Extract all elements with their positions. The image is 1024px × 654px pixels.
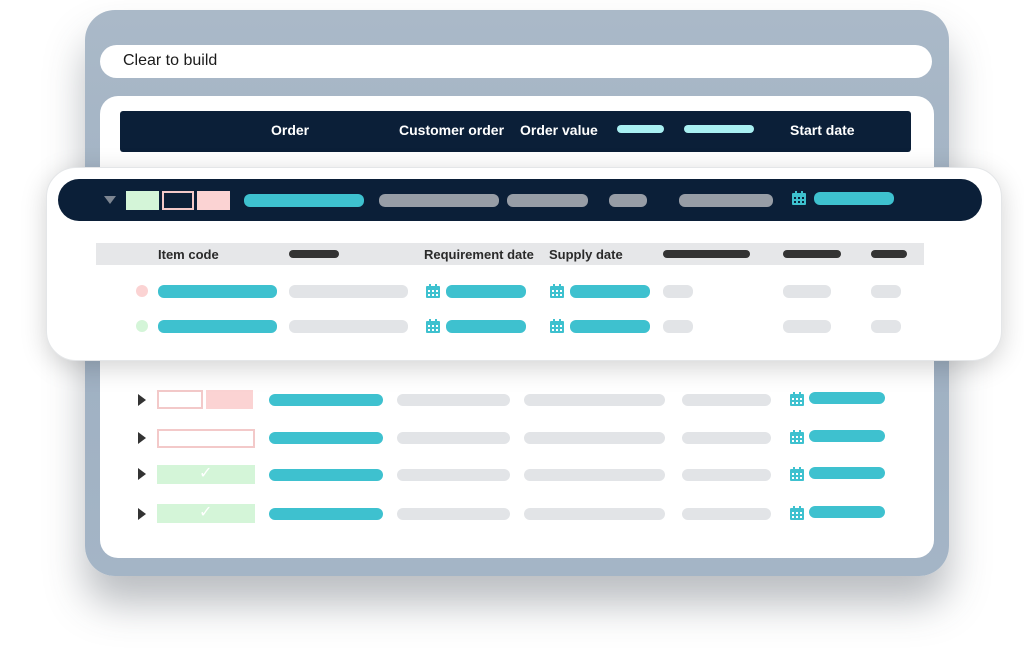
window-title: Clear to build bbox=[123, 52, 218, 69]
caret-right-icon[interactable] bbox=[138, 394, 146, 406]
column-header-placeholder[interactable] bbox=[663, 250, 750, 258]
requirement-date-placeholder bbox=[446, 320, 526, 333]
order-code-placeholder bbox=[269, 394, 383, 406]
status-indicator-short bbox=[197, 191, 230, 210]
value-placeholder bbox=[682, 508, 771, 520]
column-header-placeholder[interactable] bbox=[871, 250, 907, 258]
customer-order-placeholder bbox=[397, 394, 510, 406]
column-header-placeholder[interactable] bbox=[783, 250, 841, 258]
caret-right-icon[interactable] bbox=[138, 468, 146, 480]
value-placeholder bbox=[663, 320, 693, 333]
calendar-icon bbox=[790, 430, 804, 444]
status-indicator-empty bbox=[157, 429, 255, 448]
order-value-placeholder bbox=[524, 469, 665, 481]
checkmark-icon: ✓ bbox=[199, 465, 213, 482]
order-code-placeholder bbox=[269, 469, 383, 481]
requirement-date-placeholder bbox=[446, 285, 526, 298]
order-value-placeholder bbox=[524, 508, 665, 520]
customer-order-placeholder bbox=[397, 432, 510, 444]
item-description-placeholder bbox=[289, 285, 408, 298]
column-header-order[interactable]: Order bbox=[271, 122, 309, 138]
value-placeholder bbox=[871, 320, 901, 333]
column-header-customer-order[interactable]: Customer order bbox=[399, 122, 504, 138]
start-date-placeholder bbox=[809, 430, 885, 442]
checkmark-icon: ✓ bbox=[199, 504, 213, 521]
calendar-icon bbox=[426, 319, 440, 333]
value-placeholder bbox=[682, 432, 771, 444]
status-indicator-short bbox=[206, 390, 253, 409]
status-indicator-clear bbox=[126, 191, 159, 210]
title-bar bbox=[100, 45, 932, 78]
order-value-placeholder bbox=[524, 432, 665, 444]
calendar-icon bbox=[792, 191, 806, 205]
calendar-icon bbox=[790, 392, 804, 406]
supply-date-placeholder bbox=[570, 285, 650, 298]
start-date-placeholder bbox=[809, 392, 885, 404]
value-placeholder bbox=[682, 469, 771, 481]
value-placeholder bbox=[871, 285, 901, 298]
caret-right-icon[interactable] bbox=[138, 432, 146, 444]
column-header-placeholder[interactable] bbox=[684, 125, 754, 133]
item-code-placeholder bbox=[158, 320, 277, 333]
value-placeholder bbox=[663, 285, 693, 298]
value-placeholder bbox=[679, 194, 773, 207]
column-header-order-value[interactable]: Order value bbox=[520, 122, 598, 138]
customer-order-placeholder bbox=[397, 469, 510, 481]
start-date-placeholder bbox=[814, 192, 894, 205]
order-code-placeholder bbox=[269, 508, 383, 520]
calendar-icon bbox=[790, 467, 804, 481]
column-header-start-date[interactable]: Start date bbox=[790, 122, 855, 138]
order-code-placeholder bbox=[244, 194, 364, 207]
calendar-icon bbox=[550, 319, 564, 333]
column-header-requirement-date[interactable]: Requirement date bbox=[424, 247, 534, 262]
item-status-dot bbox=[136, 320, 148, 332]
caret-down-icon[interactable] bbox=[104, 196, 116, 204]
calendar-icon bbox=[550, 284, 564, 298]
order-value-placeholder bbox=[524, 394, 665, 406]
supply-date-placeholder bbox=[570, 320, 650, 333]
calendar-icon bbox=[426, 284, 440, 298]
order-value-placeholder bbox=[507, 194, 588, 207]
caret-right-icon[interactable] bbox=[138, 508, 146, 520]
order-code-placeholder bbox=[269, 432, 383, 444]
status-indicator-empty bbox=[157, 390, 203, 409]
column-header-item-code[interactable]: Item code bbox=[158, 247, 219, 262]
item-code-placeholder bbox=[158, 285, 277, 298]
value-placeholder bbox=[783, 320, 831, 333]
customer-order-placeholder bbox=[379, 194, 499, 207]
value-placeholder bbox=[783, 285, 831, 298]
start-date-placeholder bbox=[809, 506, 885, 518]
value-placeholder bbox=[609, 194, 647, 207]
customer-order-placeholder bbox=[397, 508, 510, 520]
status-indicator-empty bbox=[162, 191, 194, 210]
item-status-dot bbox=[136, 285, 148, 297]
column-header-placeholder[interactable] bbox=[617, 125, 664, 133]
column-header-supply-date[interactable]: Supply date bbox=[549, 247, 623, 262]
column-header-placeholder[interactable] bbox=[289, 250, 339, 258]
value-placeholder bbox=[682, 394, 771, 406]
start-date-placeholder bbox=[809, 467, 885, 479]
item-description-placeholder bbox=[289, 320, 408, 333]
calendar-icon bbox=[790, 506, 804, 520]
